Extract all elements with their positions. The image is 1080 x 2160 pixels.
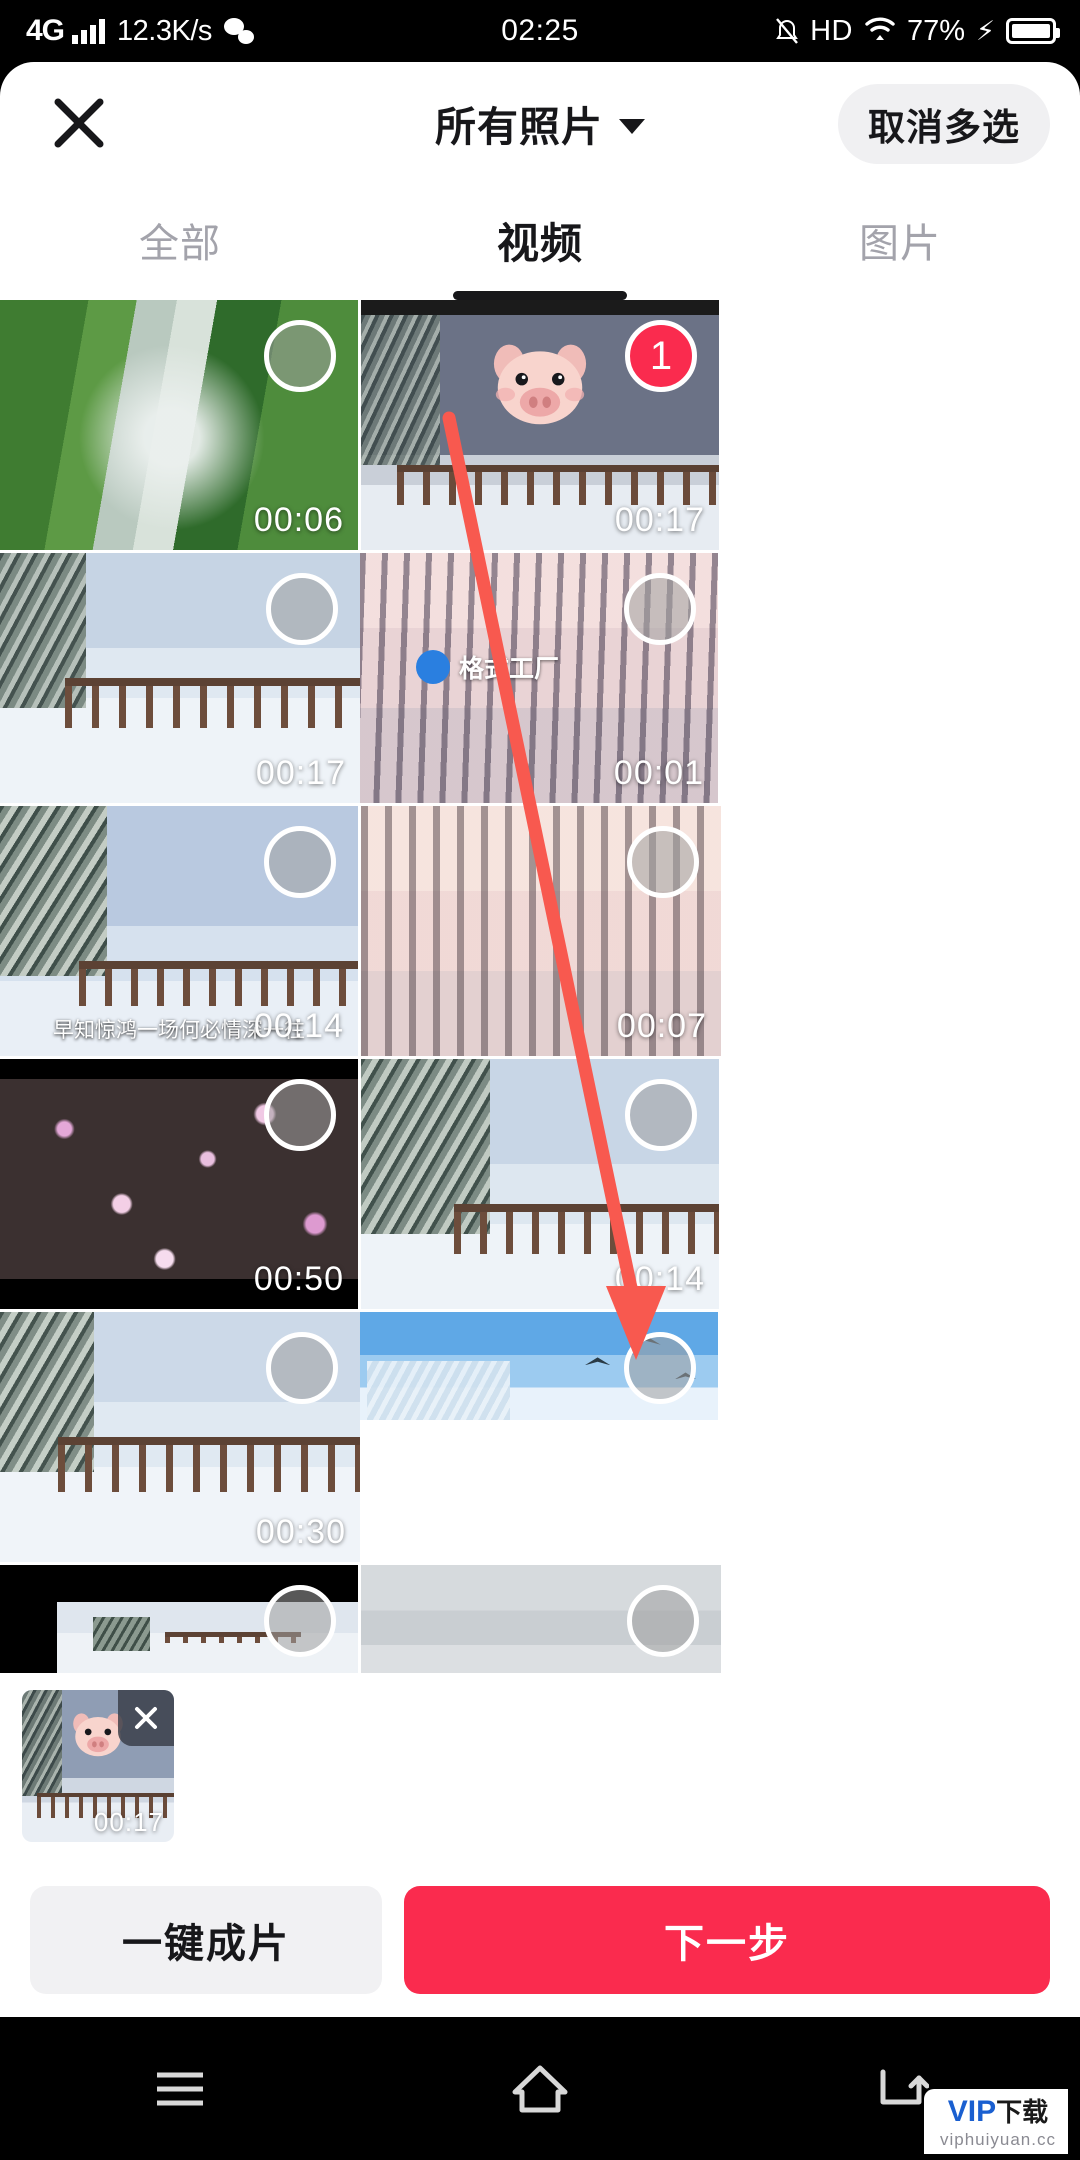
tab-video-label: 视频 xyxy=(496,219,583,267)
media-cell[interactable] xyxy=(361,1565,721,1673)
tab-all[interactable]: 全部 xyxy=(0,180,360,300)
media-type-tabs: 全部 视频 图片 xyxy=(0,180,1080,300)
media-cell[interactable] xyxy=(0,1565,358,1673)
duration-label: 00:14 xyxy=(614,1260,705,1298)
watermark-brand: VIP下载 xyxy=(940,2097,1056,2127)
tab-active-indicator xyxy=(453,291,627,300)
thumbnail-foliage xyxy=(22,1690,62,1797)
android-nav-bar xyxy=(0,2017,1080,2160)
auto-create-button[interactable]: 一键成片 xyxy=(30,1886,382,1994)
select-checkbox[interactable] xyxy=(264,1585,336,1657)
media-cell[interactable]: 00:17 xyxy=(0,553,360,803)
next-step-button[interactable]: 下一步 xyxy=(404,1886,1050,1994)
select-checkbox[interactable] xyxy=(627,1585,699,1657)
select-checkbox[interactable] xyxy=(264,1079,336,1151)
cancel-multiselect-button[interactable]: 取消多选 xyxy=(838,84,1050,164)
media-grid: 00:06 00:17 1 00:17 格式工厂 00:01 早知惊鸿一场何必情… xyxy=(0,300,1080,1676)
duration-label: 00:01 xyxy=(613,754,704,792)
watermark-brand-cn: 下载 xyxy=(996,2097,1049,2127)
photo-picker-sheet: 所有照片 取消多选 全部 视频 图片 00:06 00:17 1 00:17 格… xyxy=(0,62,1080,2017)
duration-label: 00:50 xyxy=(253,1260,344,1298)
duration-label: 00:17 xyxy=(255,754,346,792)
duration-label: 00:14 xyxy=(253,1007,344,1045)
media-cell[interactable]: 早知惊鸿一场何必情深一往 00:14 xyxy=(0,806,358,1056)
select-checkbox[interactable] xyxy=(624,1332,696,1404)
thumbnail-foliage xyxy=(361,315,440,465)
selected-media-strip: 00:17 xyxy=(0,1676,1080,1856)
watermark-site: viphuiyuan.cc xyxy=(939,2130,1056,2149)
duration-label: 00:17 xyxy=(93,1807,164,1837)
tab-all-label: 全部 xyxy=(139,222,221,266)
thumbnail-railing xyxy=(57,1437,360,1492)
thumbnail-tree xyxy=(93,1616,151,1652)
menu-icon[interactable] xyxy=(125,2044,235,2134)
media-cell[interactable]: 00:30 xyxy=(0,1312,360,1562)
duration-label: 00:17 xyxy=(614,501,705,539)
duration-label: 00:07 xyxy=(616,1007,707,1045)
selected-media-item[interactable]: 00:17 xyxy=(22,1690,174,1842)
battery-icon xyxy=(1006,18,1060,44)
select-checkbox[interactable] xyxy=(627,826,699,898)
thumbnail-snow-tree xyxy=(367,1360,511,1420)
home-icon[interactable] xyxy=(485,2044,595,2134)
thumbnail-foliage xyxy=(0,806,108,976)
status-bar: 4G 12.3K/s 02:25 HD 77% ⚡ xyxy=(0,0,1080,62)
watermark-brand-vip: VIP xyxy=(947,2095,997,2128)
tab-image[interactable]: 图片 xyxy=(720,180,1080,300)
select-checkbox[interactable] xyxy=(625,1079,697,1151)
select-checkbox[interactable] xyxy=(264,320,336,392)
video-watermark: 格式工厂 xyxy=(416,649,559,685)
close-icon xyxy=(135,1707,157,1729)
chevron-down-icon xyxy=(619,118,645,134)
select-checkbox[interactable] xyxy=(624,573,696,645)
thumbnail-railing xyxy=(64,678,360,728)
select-checkbox[interactable] xyxy=(264,826,336,898)
select-checkbox[interactable] xyxy=(266,573,338,645)
pig-sticker xyxy=(493,344,587,425)
media-cell[interactable]: 格式工厂 00:01 xyxy=(360,553,718,803)
thumbnail-railing xyxy=(396,465,719,505)
media-cell[interactable] xyxy=(360,1312,718,1420)
media-cell[interactable]: 00:17 1 xyxy=(361,300,719,550)
media-cell[interactable]: 00:50 xyxy=(0,1059,358,1309)
action-bar: 一键成片 下一步 xyxy=(0,1856,1080,2017)
header-bar: 所有照片 取消多选 xyxy=(0,62,1080,180)
select-checkbox[interactable]: 1 xyxy=(625,320,697,392)
media-cell[interactable]: 00:14 xyxy=(361,1059,719,1309)
media-cell[interactable]: 00:06 xyxy=(0,300,358,550)
duration-label: 00:30 xyxy=(255,1513,346,1551)
tab-image-label: 图片 xyxy=(859,222,941,266)
watermark-logo-icon xyxy=(416,650,450,684)
watermark-text: 格式工厂 xyxy=(459,655,560,683)
select-checkbox[interactable] xyxy=(266,1332,338,1404)
thumbnail-railing xyxy=(454,1204,719,1254)
page-title: 所有照片 xyxy=(435,104,603,150)
media-cell[interactable]: 00:07 xyxy=(361,806,721,1056)
tab-video[interactable]: 视频 xyxy=(360,180,720,300)
clock-label: 02:25 xyxy=(501,14,579,47)
site-watermark: VIP下载 viphuiyuan.cc xyxy=(923,2089,1068,2154)
mute-icon xyxy=(775,17,799,45)
remove-selected-button[interactable] xyxy=(118,1690,174,1746)
thumbnail-railing xyxy=(78,961,358,1006)
duration-label: 00:06 xyxy=(253,501,344,539)
